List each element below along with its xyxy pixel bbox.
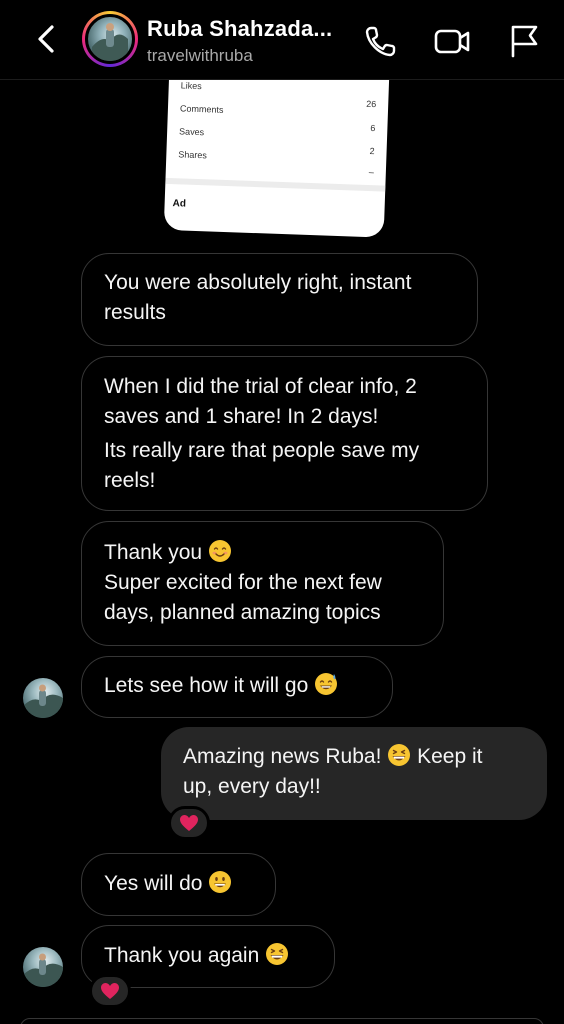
message-bubble-incoming[interactable]: Lets see how it will go: [81, 656, 393, 718]
message-text: Amazing news Ruba!: [183, 745, 382, 768]
next-message-bubble-partial: [20, 1018, 544, 1024]
stat-label: Shares: [178, 149, 208, 161]
message-text: up, every day!!: [183, 775, 321, 798]
stat-label: Likes: [180, 80, 202, 92]
stat-value: 6: [370, 123, 376, 134]
message-text: Yes will do: [104, 872, 203, 895]
report-flag-icon[interactable]: [505, 22, 543, 60]
message-bubble-incoming[interactable]: Yes will do: [81, 853, 276, 916]
card-divider: [165, 177, 386, 192]
sender-avatar[interactable]: [23, 947, 63, 987]
heart-reaction[interactable]: [89, 974, 131, 1008]
message-bubble-outgoing[interactable]: Amazing news Ruba! Keep it up, every day…: [161, 727, 547, 820]
message-text: reels!: [104, 469, 156, 492]
message-text: Thank you: [104, 541, 203, 564]
message-bubble-incoming[interactable]: Thank you Super excited for the next few…: [81, 521, 444, 646]
message-bubble-incoming[interactable]: You were absolutely right, instant resul…: [81, 253, 478, 346]
contact-name[interactable]: Ruba Shahzada...: [147, 16, 332, 42]
message-text: results: [104, 301, 166, 324]
smiling-face-emoji-icon: [208, 540, 231, 562]
message-text: Lets see how it will go: [104, 674, 309, 697]
message-text: days, planned amazing topics: [104, 601, 381, 624]
red-heart-icon: [180, 815, 198, 831]
contact-avatar[interactable]: [82, 11, 138, 67]
stat-label: Saves: [178, 126, 205, 138]
stat-value: –: [368, 167, 375, 178]
message-text: Keep it: [417, 745, 483, 768]
phone-call-icon[interactable]: [362, 22, 400, 60]
stat-value: 2: [369, 146, 375, 157]
message-bubble-incoming[interactable]: When I did the trial of clear info, 2 sa…: [81, 356, 488, 511]
back-arrow-icon[interactable]: [30, 22, 64, 56]
message-text: Its really rare that people save my: [104, 439, 420, 462]
message-text: saves and 1 share! In 2 days!: [104, 405, 379, 428]
message-text: You were absolutely right, instant: [104, 271, 412, 294]
contact-username[interactable]: travelwithruba: [147, 46, 253, 66]
video-call-icon[interactable]: [433, 22, 471, 60]
heart-reaction[interactable]: [168, 806, 210, 840]
grinning-face-emoji-icon: [209, 871, 232, 893]
sender-avatar[interactable]: [23, 678, 63, 718]
ad-label: Ad: [172, 198, 187, 210]
red-heart-icon: [101, 983, 119, 999]
stat-value: 26: [366, 98, 377, 110]
message-text: Thank you again: [104, 944, 260, 967]
beaming-face-emoji-icon: [266, 943, 289, 965]
message-text: Super excited for the next few: [104, 571, 382, 594]
chat-header: Ruba Shahzada... travelwithruba: [0, 0, 564, 80]
beaming-face-emoji-icon: [388, 744, 411, 766]
stat-label: Comments: [179, 103, 224, 115]
grinning-sweat-emoji-icon: [315, 673, 338, 695]
message-text: When I did the trial of clear info, 2: [104, 375, 417, 398]
